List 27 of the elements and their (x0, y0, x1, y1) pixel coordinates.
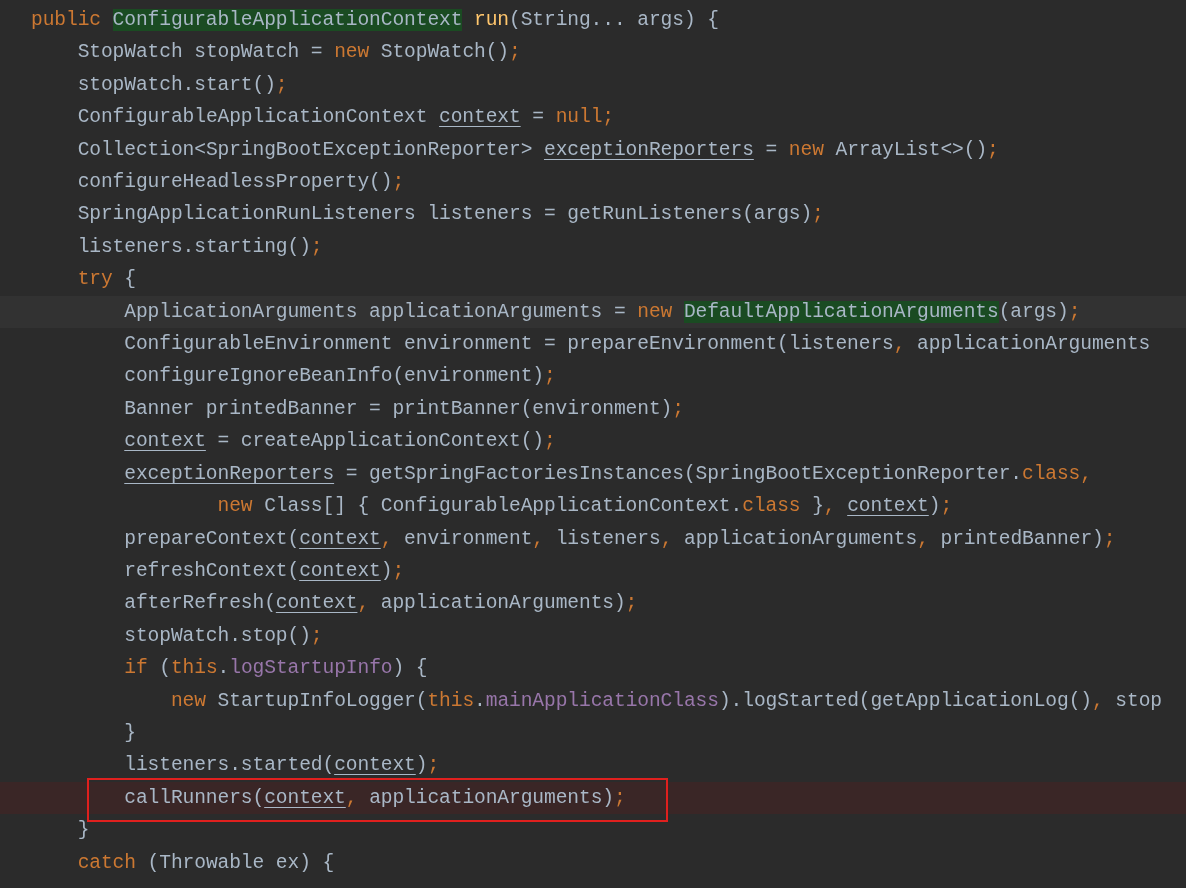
code-line: context = createApplicationContext(); (123, 430, 556, 453)
code-line: afterRefresh(context, applicationArguments); (123, 592, 638, 615)
code-line: SpringApplicationRunListeners listeners = getRunListeners(args); (76, 203, 824, 226)
code-line: configureHeadlessProperty(); (76, 171, 405, 194)
code-line: Banner printedBanner = printBanner(environment); (123, 397, 684, 420)
code-line: new StartupInfoLogger(this.mainApplicationClass).logStarted(getApplicationLog(), stop (169, 689, 1162, 712)
code-line: new Class[] { ConfigurableApplicationContext.class }, context); (216, 495, 953, 518)
code-line: ApplicationArguments applicationArguments = new DefaultApplicationArguments(args); (123, 300, 1081, 323)
code-line: stopWatch.start(); (76, 73, 288, 96)
code-line: StopWatch stopWatch = new StopWatch(); (76, 41, 521, 64)
code-line: stopWatch.stop(); (123, 624, 323, 647)
code-line: ConfigurableEnvironment environment = prepareEnvironment(listeners, applicationArguments (123, 333, 1151, 356)
code-line: callRunners(context, applicationArguments); (123, 786, 626, 809)
code-line: prepareContext(context, environment, listeners, applicationArguments, printedBanner); (123, 527, 1116, 550)
code-line: } (123, 721, 136, 744)
code-line: } (76, 819, 90, 842)
code-line: exceptionReporters = getSpringFactoriesInstances(SpringBootExceptionReporter.class, (123, 462, 1092, 485)
code-line: catch (Throwable ex) { (76, 851, 335, 874)
code-line: public ConfigurableApplicationContext run(String... args) { (31, 9, 719, 31)
code-line: if (this.logStartupInfo) { (123, 657, 428, 680)
code-line: Collection<SpringBootExceptionReporter> exceptionReporters = new ArrayList<>(); (76, 138, 999, 161)
code-line: listeners.started(context); (123, 754, 440, 777)
code-line: refreshContext(context); (123, 559, 405, 582)
code-line: try { (76, 268, 136, 291)
code-line: configureIgnoreBeanInfo(environment); (123, 365, 556, 388)
code-line: ConfigurableApplicationContext context = null; (76, 106, 614, 129)
code-line: listeners.starting(); (76, 235, 323, 258)
